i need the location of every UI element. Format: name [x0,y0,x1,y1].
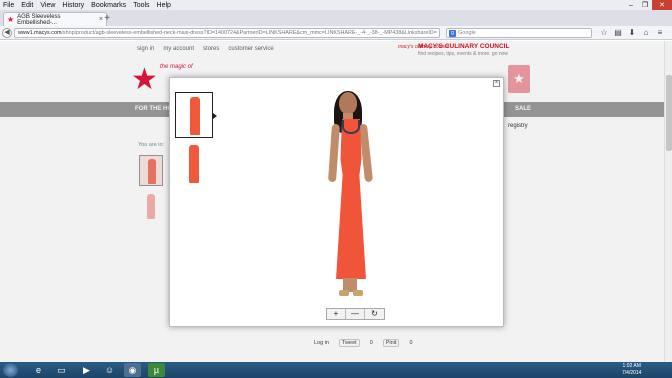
image-thumbnails [175,92,213,190]
zoom-in-button[interactable]: + [327,309,346,319]
reset-zoom-button[interactable]: ↻ [365,309,384,319]
utorrent-icon[interactable]: µ [148,363,165,377]
menu-bar: File Edit View History Bookmarks Tools H… [0,0,672,10]
menu-help[interactable]: Help [157,2,171,9]
url-bar[interactable]: www1.macys.com/shop/product/agb-sleevele… [14,28,440,38]
tab-strip: ★ AGB Sleeveless Embellished-... × + [0,10,672,26]
zoom-controls: + — ↻ [326,308,385,320]
scrollbar-thumb[interactable] [666,75,672,151]
window-controls: – ❐ ✕ [624,0,672,10]
bookmarks-icon[interactable]: ▤ [611,28,625,37]
thumbnail-back[interactable] [175,141,213,187]
url-path: /shop/product/agb-sleeveless-embellished… [61,30,437,36]
firefox-icon[interactable]: ◉ [124,363,141,377]
clock-time: 1:02 AM [622,363,641,369]
menu-tools[interactable]: Tools [133,2,149,9]
zoom-out-button[interactable]: — [346,309,365,319]
menu-edit[interactable]: Edit [21,2,33,9]
people-icon[interactable]: ☺ [101,363,118,377]
bookmark-star-icon[interactable]: ☆ [597,28,611,37]
url-domain: www1.macys.com [18,30,62,36]
browser-tab[interactable]: ★ AGB Sleeveless Embellished-... × [3,12,107,26]
tab-title: AGB Sleeveless Embellished-... [17,13,61,26]
ie-icon[interactable]: e [30,363,47,377]
thumbnail-front[interactable] [175,92,213,138]
media-player-icon[interactable]: ▶ [78,363,95,377]
menu-bookmarks[interactable]: Bookmarks [91,2,126,9]
menu-history[interactable]: History [62,2,84,9]
product-main-image[interactable] [320,91,400,306]
selected-thumbnail-arrow-icon [213,113,217,119]
explorer-icon[interactable]: ▭ [53,363,70,377]
search-placeholder: Google [458,30,476,36]
search-input[interactable]: g Google [446,28,592,38]
menu-file[interactable]: File [3,2,14,9]
navigation-bar: ◀ www1.macys.com/shop/product/agb-sleeve… [0,26,672,40]
modal-close-button[interactable]: × [493,80,500,87]
toolbar-icons: ☆ ▤ ⬇ ⌂ ≡ [597,28,667,37]
taskbar: e ▭ ▶ ☺ ◉ µ 1:02 AM 7/4/2014 [0,362,672,378]
download-icon[interactable]: ⬇ [625,28,639,37]
macys-star-icon: ★ [7,15,15,24]
clock-date: 7/4/2014 [622,370,642,376]
menu-icon[interactable]: ≡ [653,28,667,37]
minimize-button[interactable]: – [624,0,638,10]
maximize-button[interactable]: ❐ [638,0,652,10]
home-icon[interactable]: ⌂ [639,28,653,37]
vertical-scrollbar[interactable] [664,41,672,362]
menu-view[interactable]: View [40,2,55,9]
clock[interactable]: 1:02 AM 7/4/2014 [622,363,641,377]
new-tab-button[interactable]: + [100,13,114,25]
close-window-button[interactable]: ✕ [652,0,672,10]
back-button[interactable]: ◀ [2,28,12,38]
start-button[interactable] [3,363,18,377]
google-icon: g [449,30,456,37]
